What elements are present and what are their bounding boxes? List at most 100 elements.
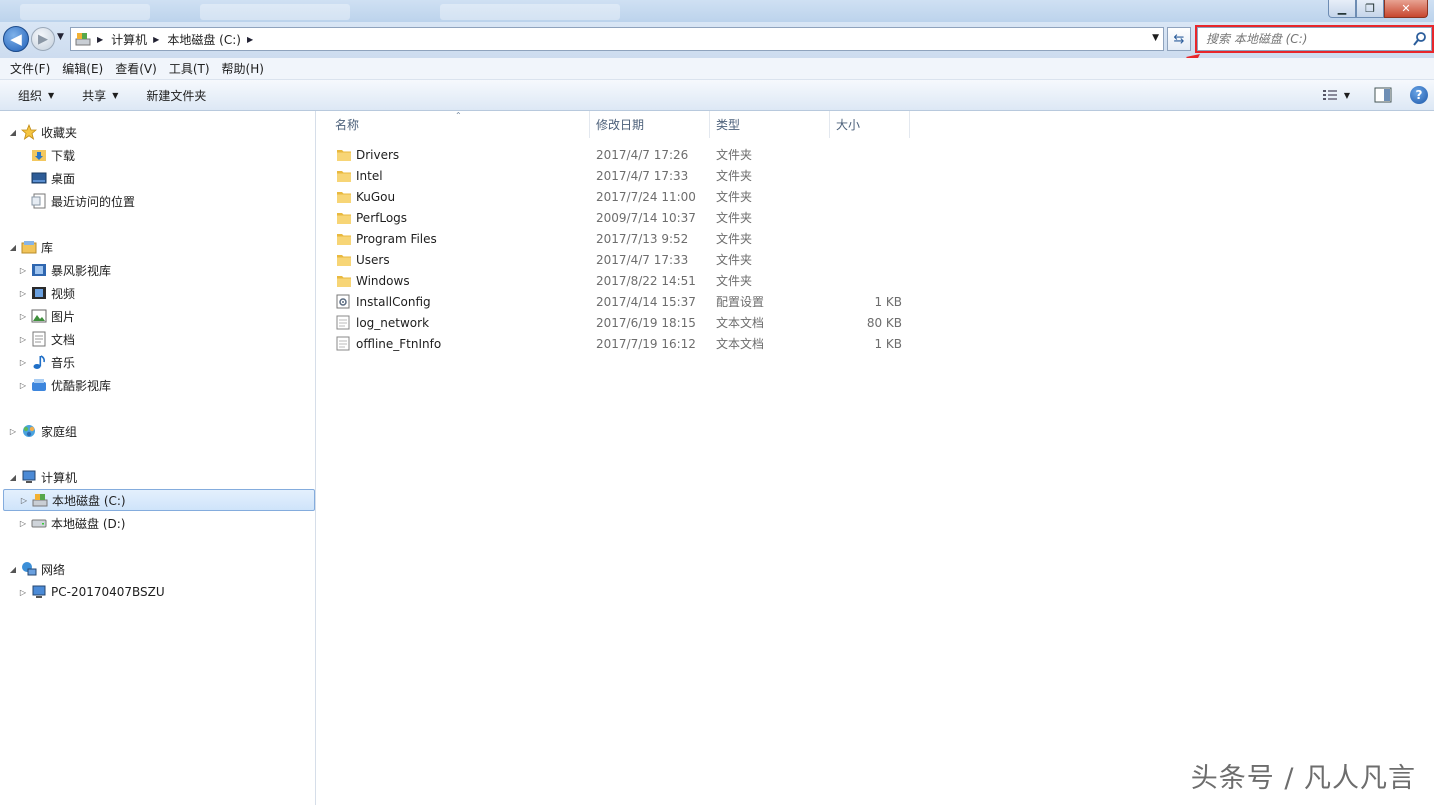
breadcrumb: ▶ 计算机 ▶ 本地磁盘 (C:) ▶ <box>91 31 261 48</box>
file-row[interactable]: Windows 2017/8/22 14:51 文件夹 <box>317 270 1217 291</box>
tree-label: 网络 <box>41 562 66 577</box>
network-icon <box>20 561 37 577</box>
tree-item-documents[interactable]: ▷ 文档 <box>18 328 75 350</box>
tree-item-videos[interactable]: ▷ 视频 <box>18 282 75 304</box>
tree-computer[interactable]: ◢ 计算机 <box>8 466 77 488</box>
column-header-type[interactable]: 类型 <box>710 111 830 138</box>
expand-icon[interactable]: ▷ <box>8 427 18 436</box>
change-view-button[interactable]: ▼ <box>1322 88 1350 102</box>
tree-item-drive-d[interactable]: ▷ 本地磁盘 (D:) <box>18 512 126 534</box>
tree-label: 文档 <box>51 332 76 347</box>
file-type: 配置设置 <box>716 295 765 309</box>
tree-item-recent[interactable]: 最近访问的位置 <box>18 190 135 212</box>
breadcrumb-item-computer[interactable]: 计算机 <box>111 31 147 48</box>
refresh-button[interactable]: ⇆ <box>1167 27 1191 51</box>
file-type: 文本文档 <box>716 316 765 330</box>
tree-label: 最近访问的位置 <box>51 194 136 209</box>
minimize-button[interactable]: ▁ <box>1328 0 1356 18</box>
help-icon[interactable]: ? <box>1410 86 1428 104</box>
tree-item-youku[interactable]: ▷ 优酷影视库 <box>18 374 111 396</box>
navigation-bar: ◀ ▶ ▼ ▶ 计算机 ▶ 本地磁盘 (C:) ▶ ▼ ⇆ <box>0 22 1434 58</box>
tree-item-baofeng[interactable]: ▷ 暴风影视库 <box>18 259 111 281</box>
chevron-right-icon[interactable]: ▶ <box>97 35 103 44</box>
config-file-icon <box>336 294 352 309</box>
recent-pages-button[interactable]: ▼ <box>57 32 64 42</box>
share-button[interactable]: 共享 ▼ <box>74 87 126 104</box>
expand-icon[interactable]: ▷ <box>18 519 28 528</box>
chevron-down-icon: ▼ <box>1343 90 1350 100</box>
address-bar[interactable]: ▶ 计算机 ▶ 本地磁盘 (C:) ▶ ▼ <box>70 27 1164 51</box>
column-label: 修改日期 <box>596 118 645 132</box>
tree-item-pictures[interactable]: ▷ 图片 <box>18 305 75 327</box>
file-row[interactable]: log_network 2017/6/19 18:15 文本文档 80 KB <box>317 312 1217 333</box>
menu-view[interactable]: 查看(V) <box>109 60 163 77</box>
download-folder-icon <box>30 147 47 163</box>
search-box[interactable] <box>1195 25 1434 53</box>
column-header-size[interactable]: 大小 <box>830 111 910 138</box>
share-label: 共享 <box>82 88 107 103</box>
menu-edit[interactable]: 编辑(E) <box>56 60 109 77</box>
forward-arrow-icon: ▶ <box>38 31 48 47</box>
file-row[interactable]: KuGou 2017/7/24 11:00 文件夹 <box>317 186 1217 207</box>
expand-icon[interactable]: ▷ <box>18 335 28 344</box>
computer-icon <box>20 469 37 485</box>
tree-label: 收藏夹 <box>41 125 78 140</box>
file-row[interactable]: Program Files 2017/7/13 9:52 文件夹 <box>317 228 1217 249</box>
collapse-icon[interactable]: ◢ <box>8 243 18 252</box>
file-size: 1 KB <box>874 336 902 351</box>
file-row[interactable]: Drivers 2017/4/7 17:26 文件夹 <box>317 144 1217 165</box>
file-row[interactable]: PerfLogs 2009/7/14 10:37 文件夹 <box>317 207 1217 228</box>
close-button[interactable]: ✕ <box>1384 0 1428 18</box>
file-row[interactable]: Users 2017/4/7 17:33 文件夹 <box>317 249 1217 270</box>
file-type: 文件夹 <box>716 253 753 267</box>
file-date: 2017/8/22 14:51 <box>596 273 696 288</box>
tree-label: PC-20170407BSZU <box>51 585 165 599</box>
command-bar: 组织 ▼ 共享 ▼ 新建文件夹 ▼ ? <box>0 80 1434 111</box>
file-row[interactable]: InstallConfig 2017/4/14 15:37 配置设置 1 KB <box>317 291 1217 312</box>
expand-icon[interactable]: ▷ <box>18 358 28 367</box>
address-dropdown-icon[interactable]: ▼ <box>1152 33 1159 43</box>
tree-item-downloads[interactable]: 下载 <box>18 144 75 166</box>
tree-item-pc[interactable]: ▷ PC-20170407BSZU <box>18 581 165 603</box>
library-icon <box>20 239 37 255</box>
new-folder-button[interactable]: 新建文件夹 <box>138 87 214 104</box>
search-input[interactable] <box>1198 29 1408 49</box>
file-date: 2009/7/14 10:37 <box>596 210 696 225</box>
expand-icon[interactable]: ▷ <box>18 381 28 390</box>
search-icon[interactable] <box>1412 31 1428 47</box>
organize-button[interactable]: 组织 ▼ <box>10 87 62 104</box>
tree-homegroup[interactable]: ▷ 家庭组 <box>8 420 77 442</box>
collapse-icon[interactable]: ◢ <box>8 473 18 482</box>
tree-item-desktop[interactable]: 桌面 <box>18 167 75 189</box>
maximize-button[interactable]: ❐ <box>1356 0 1384 18</box>
back-button[interactable]: ◀ <box>3 26 29 52</box>
tree-item-drive-c[interactable]: ▷ 本地磁盘 (C:) <box>3 489 315 511</box>
collapse-icon[interactable]: ◢ <box>8 128 18 137</box>
collapse-icon[interactable]: ◢ <box>8 565 18 574</box>
star-icon <box>20 124 37 140</box>
tree-favorites[interactable]: ◢ 收藏夹 <box>8 121 77 143</box>
menu-tools[interactable]: 工具(T) <box>163 60 216 77</box>
expand-icon[interactable]: ▷ <box>18 312 28 321</box>
forward-button[interactable]: ▶ <box>31 27 55 51</box>
expand-icon[interactable]: ▷ <box>18 588 28 597</box>
expand-icon[interactable]: ▷ <box>19 496 29 505</box>
tree-libraries[interactable]: ◢ 库 <box>8 236 53 258</box>
menu-help[interactable]: 帮助(H) <box>216 60 270 77</box>
tree-network[interactable]: ◢ 网络 <box>8 558 65 580</box>
tree-item-music[interactable]: ▷ 音乐 <box>18 351 75 373</box>
file-row[interactable]: Intel 2017/4/7 17:33 文件夹 <box>317 165 1217 186</box>
back-arrow-icon: ◀ <box>10 30 22 48</box>
menu-file[interactable]: 文件(F) <box>4 60 56 77</box>
drive-icon <box>30 515 47 531</box>
preview-pane-icon[interactable] <box>1374 87 1392 103</box>
chevron-right-icon[interactable]: ▶ <box>153 35 159 44</box>
column-header-date[interactable]: 修改日期 <box>590 111 710 138</box>
expand-icon[interactable]: ▷ <box>18 289 28 298</box>
chevron-right-icon[interactable]: ▶ <box>247 35 253 44</box>
file-row[interactable]: offline_FtnInfo 2017/7/19 16:12 文本文档 1 KB <box>317 333 1217 354</box>
file-date: 2017/7/19 16:12 <box>596 336 696 351</box>
column-label: 类型 <box>716 118 741 132</box>
expand-icon[interactable]: ▷ <box>18 266 28 275</box>
breadcrumb-item-drive-c[interactable]: 本地磁盘 (C:) <box>167 31 241 48</box>
